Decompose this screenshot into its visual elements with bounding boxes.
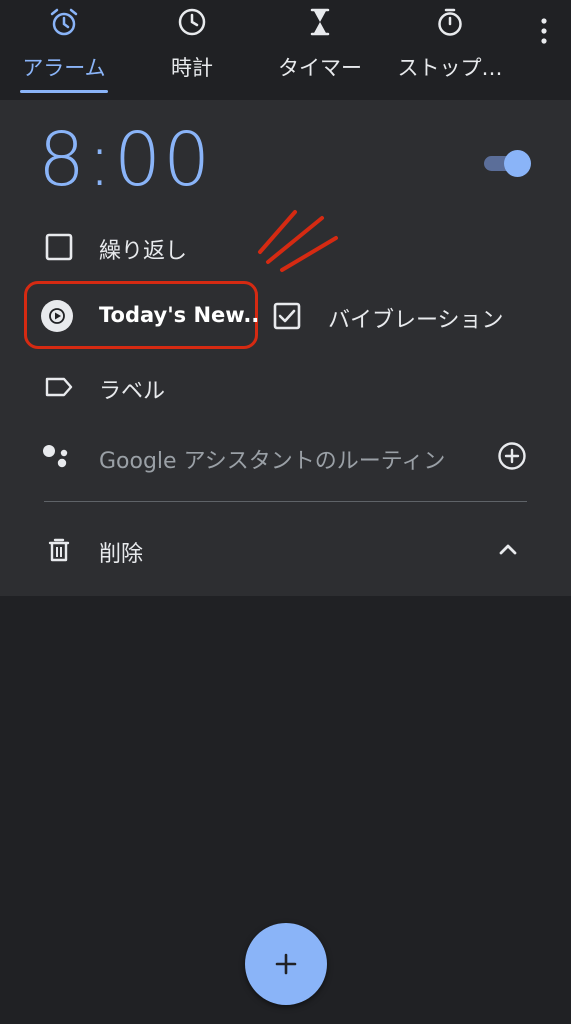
toggle-thumb bbox=[504, 150, 531, 177]
tab-clock-label: 時計 bbox=[171, 56, 213, 80]
plus-icon bbox=[275, 953, 297, 975]
tab-timer[interactable]: タイマー bbox=[268, 0, 372, 100]
tab-clock[interactable]: 時計 bbox=[140, 0, 244, 100]
vibration-checkbox[interactable] bbox=[272, 301, 302, 331]
collapse-chevron-icon[interactable] bbox=[493, 534, 523, 564]
tab-bar: アラーム 時計 タイマー ストップ… bbox=[0, 0, 571, 100]
repeat-label[interactable]: 繰り返し bbox=[99, 233, 187, 265]
more-vert-icon[interactable] bbox=[537, 16, 551, 46]
label-field[interactable]: ラベル bbox=[99, 373, 165, 405]
repeat-checkbox[interactable] bbox=[44, 232, 74, 262]
tab-stopwatch[interactable]: ストップ… bbox=[392, 0, 508, 100]
add-alarm-button[interactable] bbox=[245, 923, 327, 1005]
alarm-toggle[interactable] bbox=[484, 150, 531, 177]
stopwatch-icon bbox=[438, 8, 462, 36]
annotation-strokes bbox=[258, 210, 338, 272]
tab-stopwatch-label: ストップ… bbox=[397, 56, 503, 80]
assistant-routine-label[interactable]: Google アシスタントのルーティン bbox=[99, 443, 445, 475]
delete-button[interactable]: 削除 bbox=[99, 536, 143, 568]
tab-alarm-label: アラーム bbox=[22, 56, 106, 80]
tab-alarm[interactable]: アラーム bbox=[12, 0, 116, 100]
play-icon bbox=[49, 308, 65, 324]
tab-timer-label: タイマー bbox=[278, 56, 362, 80]
alarm-icon bbox=[50, 8, 78, 36]
google-assistant-icon bbox=[43, 445, 68, 468]
label-icon bbox=[45, 377, 73, 397]
ringtone-play-icon bbox=[41, 300, 73, 332]
divider bbox=[44, 501, 527, 502]
delete-icon[interactable] bbox=[44, 535, 74, 565]
add-routine-icon[interactable] bbox=[497, 441, 527, 471]
ringtone-button[interactable]: Today's New.. bbox=[99, 303, 259, 327]
alarm-time[interactable]: 8:00 bbox=[38, 120, 212, 200]
active-tab-indicator bbox=[20, 90, 108, 93]
clock-icon bbox=[178, 8, 206, 36]
vibration-label[interactable]: バイブレーション bbox=[328, 302, 504, 334]
hourglass-icon bbox=[310, 8, 330, 36]
